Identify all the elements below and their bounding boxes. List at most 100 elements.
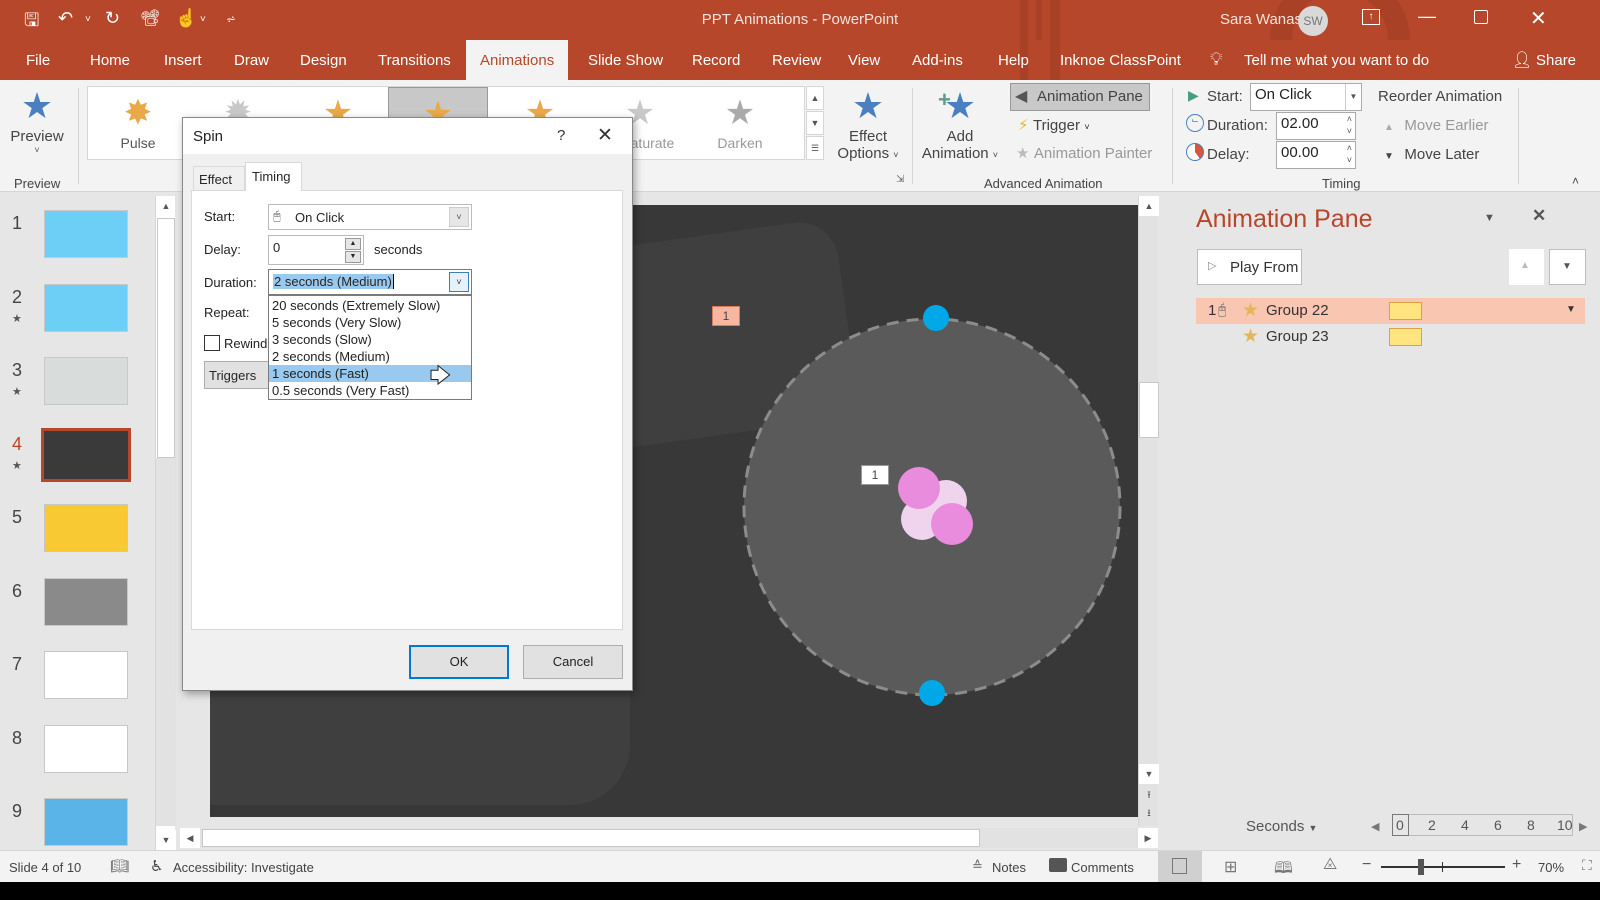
reading-view-icon[interactable]: 🕮︎	[1274, 857, 1293, 884]
slide-thumbnail[interactable]	[41, 427, 131, 482]
scroll-right-arrow[interactable]: ▶	[1138, 828, 1158, 848]
tab-insert[interactable]: Insert	[164, 52, 202, 69]
chevron-down-icon[interactable]: ˅	[449, 207, 469, 227]
slide-scroll-down[interactable]: ▼	[1139, 764, 1159, 784]
dialog-close-icon[interactable]: ✕	[597, 124, 613, 147]
save-icon[interactable]: 🖫	[24, 8, 39, 38]
delay-spin-down[interactable]: ▼	[345, 251, 361, 263]
slide-thumbnail[interactable]	[44, 283, 128, 332]
close-window-icon[interactable]: ✕	[1530, 6, 1547, 31]
slide-counter[interactable]: Slide 4 of 10	[9, 860, 81, 875]
scroll-up-arrow[interactable]: ▲	[156, 196, 176, 216]
duration-option[interactable]: 3 seconds (Slow)	[269, 331, 471, 348]
close-pane-icon[interactable]: ✕	[1532, 206, 1546, 226]
slide-thumbnail[interactable]	[44, 651, 128, 699]
accessibility-status[interactable]: Accessibility: Investigate	[173, 860, 314, 875]
zoom-level[interactable]: 70%	[1538, 860, 1564, 875]
animation-item-row[interactable]: ★ Group 23	[1196, 324, 1585, 350]
move-earlier-button[interactable]: ▲ Move Earlier	[1384, 117, 1489, 135]
scroll-down-arrow[interactable]: ▼	[156, 830, 176, 850]
help-button[interactable]: ?	[557, 127, 565, 144]
horizontal-scrollbar[interactable]: ◀ ▶	[180, 828, 1158, 848]
slide-scroll-thumb[interactable]	[1139, 382, 1159, 438]
tab-effect[interactable]: Effect	[193, 166, 245, 190]
start-dropdown-arrow[interactable]: ▼	[1345, 84, 1361, 110]
accessibility-icon[interactable]: ♿︎	[150, 857, 163, 875]
zoom-slider-thumb[interactable]	[1417, 859, 1424, 875]
tell-me-search[interactable]: Tell me what you want to do	[1244, 52, 1429, 69]
effect-options-button[interactable]: ★ Effect Options ˅	[832, 84, 904, 162]
move-later-button[interactable]: ▼ Move Later	[1384, 146, 1479, 164]
trigger-button[interactable]: ⚡︎ Trigger ˅	[1018, 116, 1090, 135]
tab-home[interactable]: Home	[90, 52, 130, 69]
touch-mode-dropdown-icon[interactable]: ˅	[200, 14, 206, 25]
tab-help[interactable]: Help	[998, 52, 1029, 69]
delay-input[interactable]: 00.00 ˄ ˅	[1276, 141, 1356, 169]
next-slide-button[interactable]: ⭳	[1139, 806, 1159, 822]
slide-thumbnail[interactable]	[44, 724, 128, 773]
tab-record[interactable]: Record	[692, 52, 740, 69]
notes-button[interactable]: Notes	[992, 860, 1026, 875]
tab-review[interactable]: Review	[772, 52, 821, 69]
timeline-scroll-right[interactable]: ▶	[1579, 820, 1587, 833]
share-icon[interactable]: 👤︎	[1512, 50, 1532, 70]
zoom-in-button[interactable]: +	[1512, 856, 1521, 874]
tab-transitions[interactable]: Transitions	[378, 52, 451, 69]
start-dropdown[interactable]: 🖰︎ On Click ˅	[268, 204, 472, 230]
triggers-button[interactable]: Triggers	[204, 361, 274, 389]
timeline-unit-dropdown[interactable]: Seconds ▼	[1246, 818, 1317, 835]
timing-bar[interactable]	[1389, 328, 1422, 346]
comments-button[interactable]: Comments	[1071, 860, 1134, 875]
redo-icon[interactable]: ↻	[105, 8, 120, 29]
duration-combobox[interactable]: 2 seconds (Medium) ˅	[268, 269, 472, 295]
move-down-button[interactable]: ▼	[1549, 249, 1586, 285]
zoom-slider[interactable]	[1381, 859, 1505, 875]
delay-spin-up[interactable]: ▲	[345, 238, 361, 250]
user-avatar[interactable]: SW	[1298, 6, 1328, 36]
delay-spinner[interactable]: ˄ ˅	[1347, 142, 1352, 166]
rewind-checkbox[interactable]	[204, 335, 220, 351]
slide-thumbnail[interactable]	[44, 798, 128, 846]
fit-to-window-icon[interactable]: ⛶	[1582, 857, 1592, 874]
ribbon-display-options-icon[interactable]: ↑	[1362, 9, 1380, 25]
preview-button[interactable]: ★ Preview ˅	[8, 84, 66, 170]
collapse-ribbon-icon[interactable]: ˄	[1572, 174, 1579, 188]
thumbnails-scrollbar[interactable]: ▲ ▼	[155, 196, 176, 850]
tab-view[interactable]: View	[848, 52, 880, 69]
slide-thumbnail[interactable]	[44, 504, 128, 552]
item-dropdown-icon[interactable]: ▼	[1566, 304, 1576, 315]
minimize-icon[interactable]: —	[1418, 6, 1436, 27]
slide-thumbnail[interactable]	[44, 577, 128, 626]
scroll-thumb[interactable]	[157, 218, 175, 458]
animation-tag-center[interactable]: 1	[861, 465, 889, 485]
tab-file[interactable]: File	[26, 52, 50, 69]
gallery-scroll-down[interactable]: ▼	[806, 111, 824, 135]
pane-options-dropdown[interactable]: ▼	[1484, 212, 1495, 224]
slide-scroll-up[interactable]: ▲	[1139, 196, 1159, 216]
gallery-item-darken[interactable]: ★ Darken	[690, 87, 790, 159]
scroll-left-arrow[interactable]: ◀	[180, 828, 200, 848]
share-button[interactable]: Share	[1536, 52, 1576, 69]
add-animation-button[interactable]: ★ + Add Animation ˅	[918, 84, 1002, 162]
cancel-button[interactable]: Cancel	[523, 645, 623, 679]
previous-slide-button[interactable]: ⭱	[1139, 788, 1159, 804]
animation-pane-button[interactable]: ◀ Animation Pane	[1010, 83, 1150, 111]
ok-button[interactable]: OK	[409, 645, 509, 679]
slide-show-icon[interactable]: ⨻	[1323, 856, 1337, 874]
tab-design[interactable]: Design	[300, 52, 347, 69]
duration-spinner[interactable]: ˄ ˅	[1347, 113, 1352, 137]
tab-add-ins[interactable]: Add-ins	[912, 52, 963, 69]
duration-input[interactable]: 02.00 ˄ ˅	[1276, 112, 1356, 140]
tab-inknoe-classpoint[interactable]: Inknoe ClassPoint	[1060, 52, 1181, 69]
dialog-launcher-icon[interactable]: ⇲	[896, 174, 904, 185]
start-select[interactable]: On Click ▼	[1250, 83, 1362, 111]
duration-option[interactable]: 20 seconds (Extremely Slow)	[269, 297, 471, 314]
animation-tag-top[interactable]: 1	[712, 306, 740, 326]
tab-timing[interactable]: Timing	[245, 162, 302, 191]
slide-thumbnail[interactable]	[44, 210, 128, 258]
animation-painter-button[interactable]: ★ Animation Painter	[1016, 144, 1152, 163]
slide-scrollbar[interactable]: ▲ ▼ ⭱ ⭳	[1138, 196, 1159, 826]
chevron-down-icon[interactable]: ˅	[449, 272, 469, 292]
slide-thumbnail[interactable]	[44, 357, 128, 405]
tab-animations[interactable]: Animations	[466, 40, 569, 80]
